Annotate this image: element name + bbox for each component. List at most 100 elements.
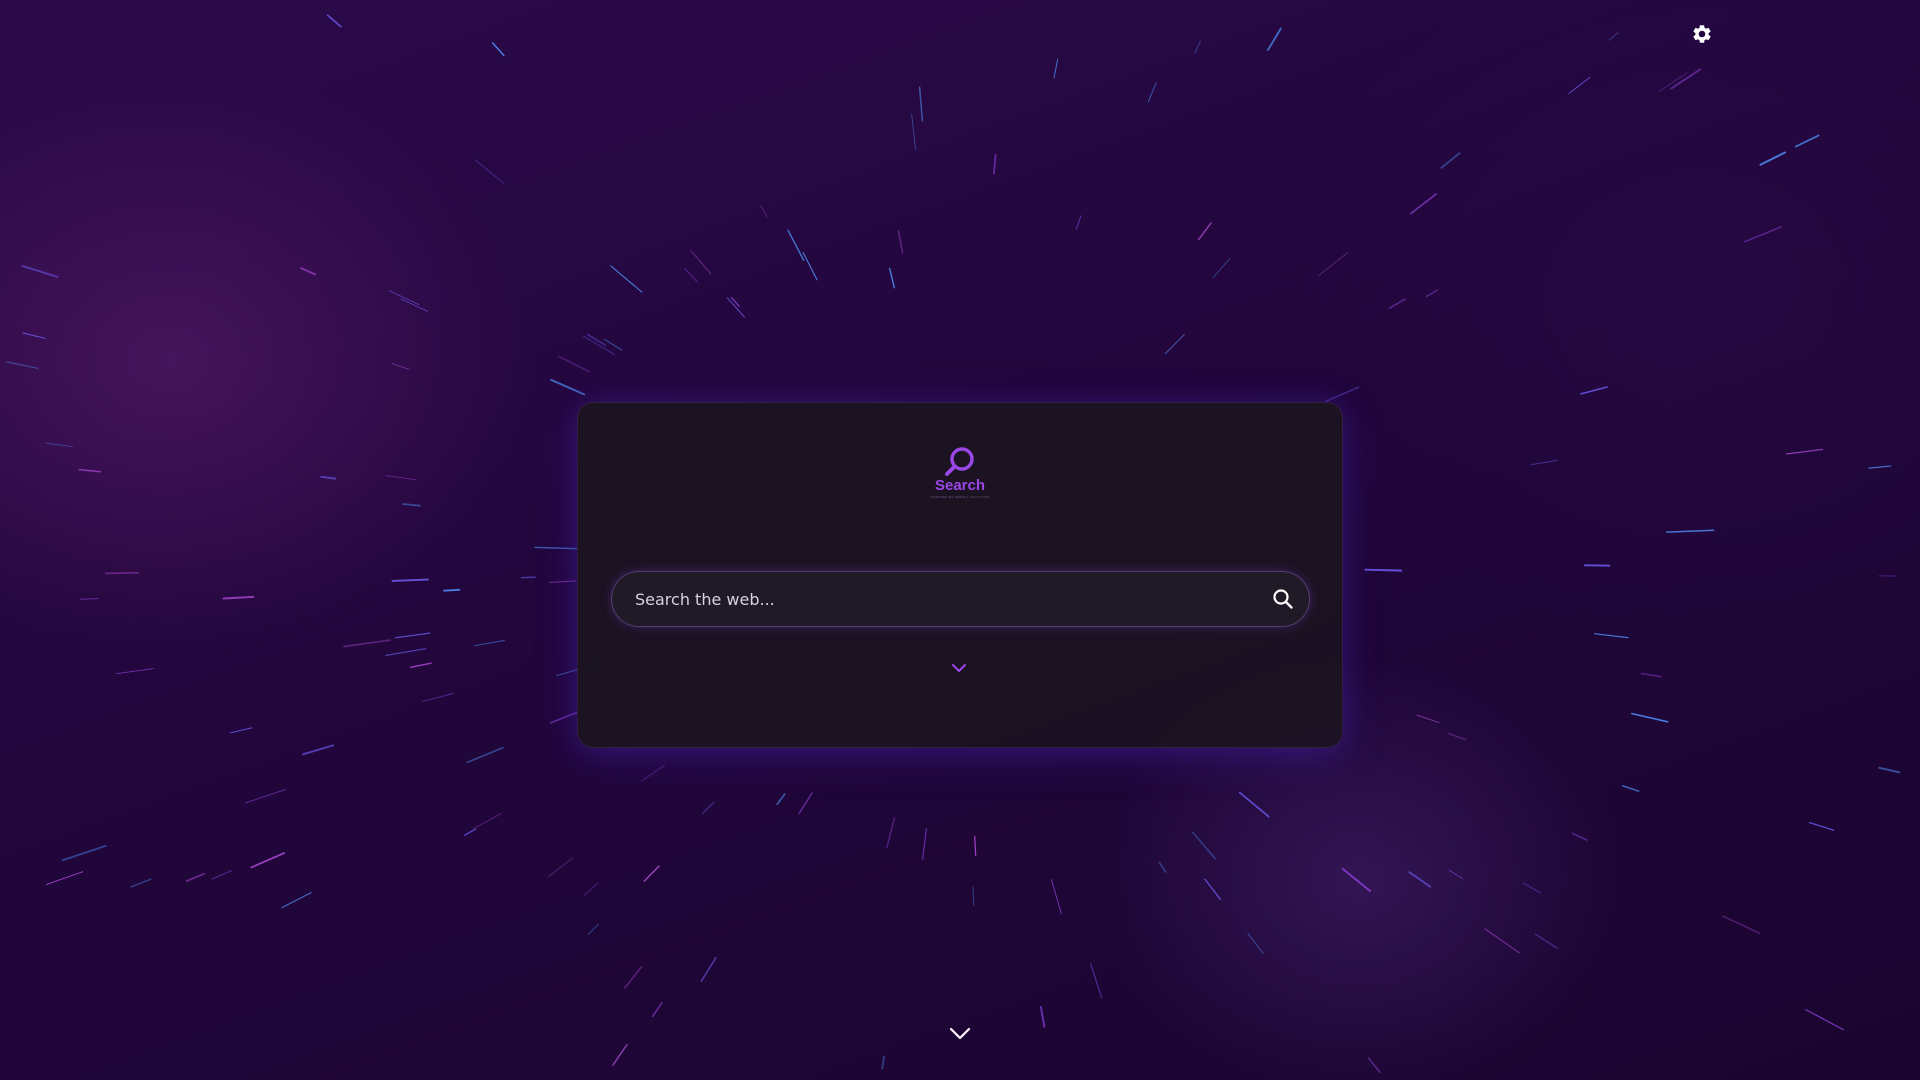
particle-streak bbox=[586, 333, 606, 346]
particle-streak bbox=[491, 42, 505, 57]
particle-streak bbox=[700, 956, 717, 983]
particle-streak bbox=[787, 229, 805, 262]
particle-streak bbox=[22, 332, 46, 339]
particle-streak bbox=[1090, 963, 1103, 999]
particle-streak bbox=[1197, 222, 1212, 241]
particle-streak bbox=[1367, 1057, 1381, 1073]
particle-streak bbox=[587, 923, 599, 936]
particle-streak bbox=[690, 250, 712, 275]
particle-streak bbox=[993, 153, 997, 175]
particle-streak bbox=[612, 1044, 628, 1066]
particle-streak bbox=[1408, 871, 1432, 888]
particle-streak bbox=[421, 692, 454, 703]
expand-options-button[interactable] bbox=[950, 661, 968, 675]
particle-streak bbox=[302, 744, 335, 756]
particle-streak bbox=[343, 639, 391, 648]
particle-streak bbox=[394, 632, 431, 639]
search-card: Search POWERED BY NEBULA SOLUTIONS bbox=[577, 402, 1343, 748]
particle-streak bbox=[1039, 1006, 1046, 1028]
particle-streak bbox=[222, 595, 255, 600]
particle-streak bbox=[1051, 879, 1062, 915]
particle-streak bbox=[474, 639, 505, 647]
particle-streak bbox=[401, 503, 421, 507]
particle-streak bbox=[1324, 386, 1360, 403]
particle-streak bbox=[78, 468, 101, 473]
particle-streak bbox=[474, 159, 505, 185]
particle-streak bbox=[651, 1001, 663, 1018]
particle-streak bbox=[1158, 861, 1167, 873]
particle-streak bbox=[1440, 152, 1461, 169]
particle-streak bbox=[1204, 878, 1222, 900]
particle-streak bbox=[1878, 766, 1901, 774]
particle-streak bbox=[760, 205, 768, 218]
particle-streak bbox=[320, 475, 337, 480]
particle-streak bbox=[1670, 68, 1702, 90]
particle-streak bbox=[281, 892, 312, 909]
particle-streak bbox=[1075, 215, 1082, 231]
particle-streak bbox=[1191, 831, 1216, 860]
particle-streak bbox=[726, 297, 746, 318]
particle-streak bbox=[1341, 867, 1372, 892]
scroll-down-button[interactable] bbox=[948, 1025, 972, 1043]
particle-streak bbox=[6, 361, 39, 369]
particle-streak bbox=[1868, 465, 1892, 469]
particle-streak bbox=[466, 746, 504, 764]
particle-streak bbox=[798, 792, 813, 815]
particle-streak bbox=[400, 298, 429, 312]
particle-streak bbox=[702, 802, 715, 814]
chevron-down-icon bbox=[952, 664, 966, 672]
particle-streak bbox=[886, 817, 896, 849]
particle-streak bbox=[185, 872, 206, 882]
particle-streak bbox=[534, 546, 581, 550]
particle-streak bbox=[684, 268, 698, 283]
particle-streak bbox=[130, 878, 152, 888]
search-logo: Search POWERED BY NEBULA SOLUTIONS bbox=[900, 445, 1020, 499]
particle-streak bbox=[21, 264, 59, 278]
magnifier-logo-icon bbox=[945, 447, 974, 476]
particle-streak bbox=[1247, 932, 1264, 954]
particle-streak bbox=[1631, 712, 1669, 723]
particle-streak bbox=[391, 578, 429, 582]
particle-streak bbox=[1388, 298, 1406, 310]
particle-streak bbox=[972, 886, 975, 906]
particle-streak bbox=[584, 882, 599, 896]
particle-streak bbox=[974, 835, 977, 857]
particle-streak bbox=[1364, 568, 1403, 572]
particle-streak bbox=[1448, 869, 1463, 880]
particle-streak bbox=[1759, 151, 1786, 166]
particle-streak bbox=[391, 363, 410, 370]
particle-streak bbox=[250, 852, 286, 869]
particle-streak bbox=[1194, 40, 1201, 54]
particle-streak bbox=[1212, 257, 1231, 278]
particle-streak bbox=[116, 668, 154, 675]
particle-streak bbox=[104, 571, 139, 575]
particle-streak bbox=[1410, 193, 1437, 215]
logo-title: Search bbox=[934, 477, 986, 494]
chevron-down-icon bbox=[949, 1027, 971, 1040]
particle-streak bbox=[1147, 82, 1157, 103]
particle-streak bbox=[1416, 714, 1440, 724]
particle-streak bbox=[1266, 27, 1282, 51]
particle-streak bbox=[624, 966, 643, 989]
particle-streak bbox=[550, 378, 586, 396]
particle-streak bbox=[1484, 928, 1520, 954]
particle-streak bbox=[1531, 459, 1558, 466]
particle-streak bbox=[326, 14, 342, 28]
particle-streak bbox=[1318, 251, 1349, 276]
particle-streak bbox=[521, 576, 536, 579]
particle-streak bbox=[643, 865, 660, 882]
search-input[interactable] bbox=[613, 573, 1253, 625]
logo-tagline: POWERED BY NEBULA SOLUTIONS bbox=[930, 495, 990, 499]
particle-streak bbox=[911, 114, 916, 150]
particle-streak bbox=[1238, 791, 1270, 818]
particle-streak bbox=[45, 871, 84, 886]
search-submit-button[interactable] bbox=[1269, 585, 1297, 613]
particle-streak bbox=[604, 338, 623, 351]
particle-streak bbox=[802, 252, 818, 281]
particle-streak bbox=[610, 265, 643, 293]
particle-streak bbox=[472, 813, 502, 830]
particle-streak bbox=[1786, 448, 1824, 455]
particle-streak bbox=[1568, 76, 1591, 94]
particle-streak bbox=[640, 764, 666, 782]
settings-button[interactable] bbox=[1689, 21, 1715, 47]
